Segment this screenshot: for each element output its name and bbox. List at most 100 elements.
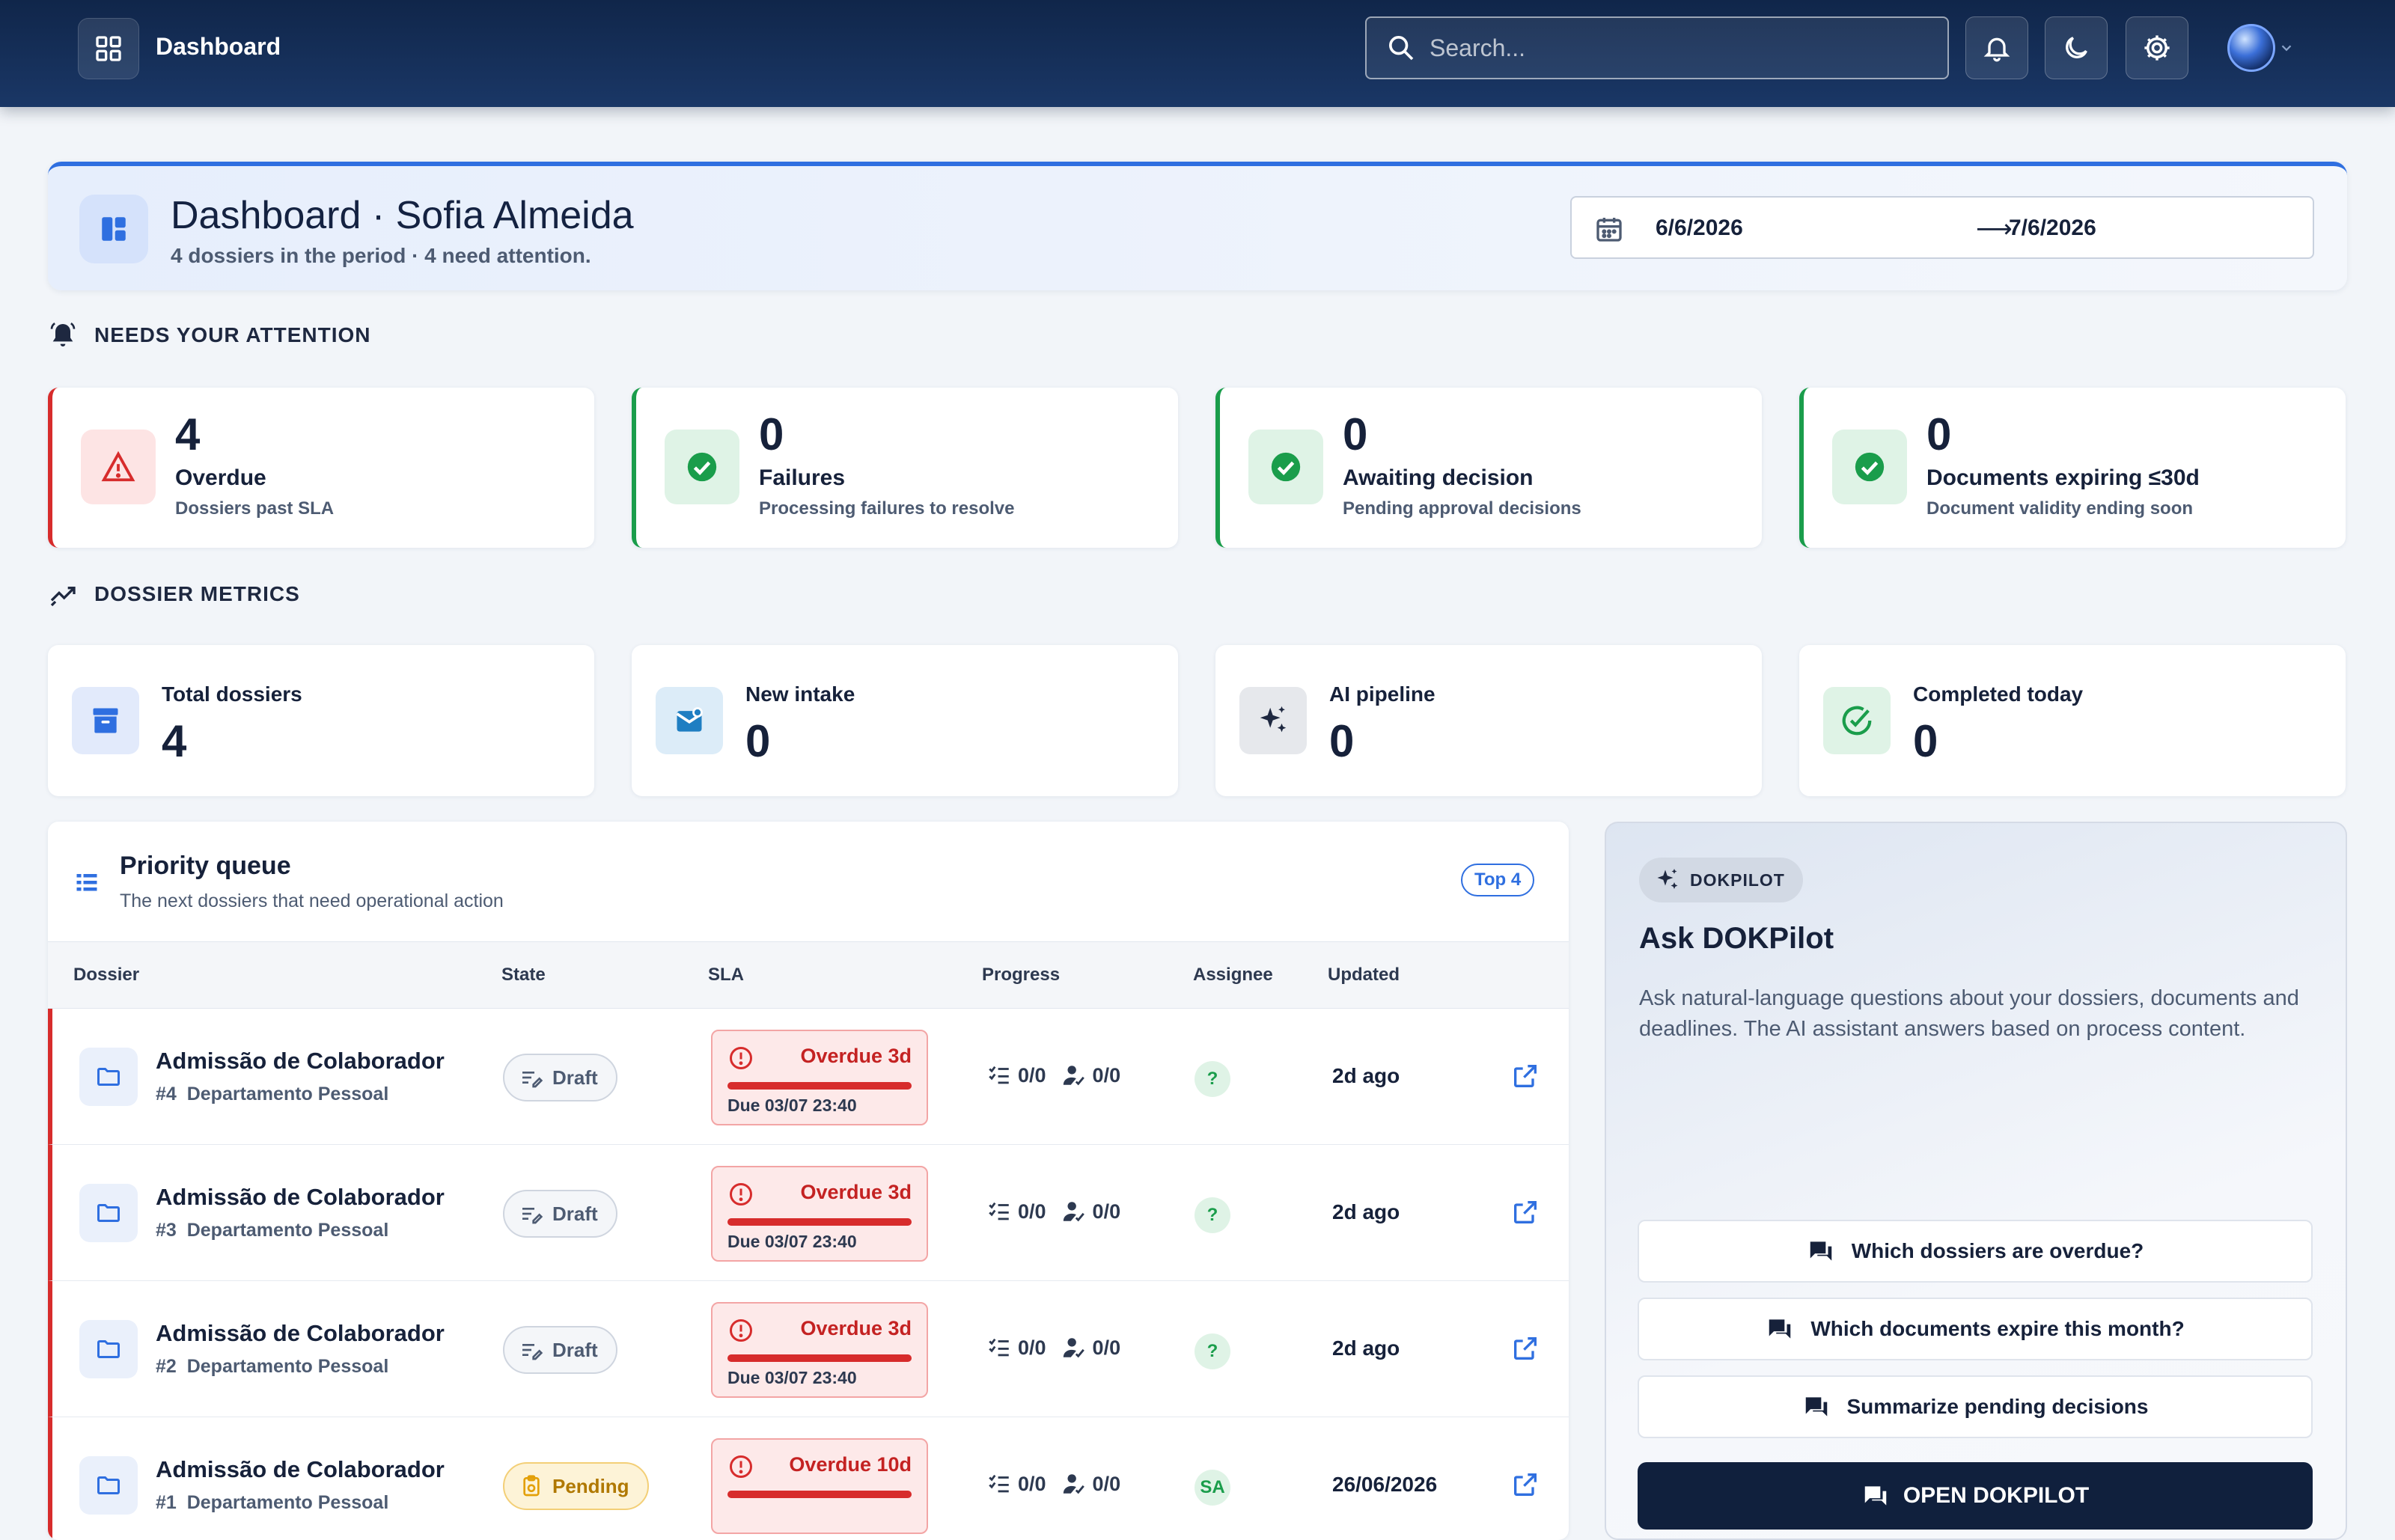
sla-progress-fill bbox=[727, 1354, 912, 1362]
sla-label: Overdue 3d bbox=[800, 1317, 912, 1339]
dokpilot-chip: DOKPILOT bbox=[1639, 858, 1803, 902]
open-external-icon[interactable] bbox=[1510, 1197, 1540, 1231]
check-circle-outline-icon bbox=[1823, 687, 1891, 754]
date-from[interactable]: 6/6/2026 bbox=[1656, 216, 1743, 241]
new-intake-value: 0 bbox=[745, 716, 771, 766]
chat-icon bbox=[1810, 1241, 1831, 1261]
sparkle-icon bbox=[1657, 869, 1678, 889]
table-header: Dossier State SLA Progress Assignee Upda… bbox=[48, 941, 1569, 1009]
dossier-name[interactable]: Admissão de Colaborador bbox=[156, 1456, 445, 1483]
bell-icon bbox=[1983, 37, 2010, 62]
search-input[interactable]: Search... bbox=[1365, 16, 1949, 79]
col-dossier[interactable]: Dossier bbox=[73, 965, 139, 986]
date-to[interactable]: 7/6/2026 bbox=[2009, 216, 2096, 241]
calendar-icon bbox=[1596, 218, 1622, 242]
page-header: Dashboard · Sofia Almeida 4 dossiers in … bbox=[48, 162, 2347, 290]
open-external-icon[interactable] bbox=[1510, 1061, 1540, 1095]
awaiting-desc: Pending approval decisions bbox=[1343, 498, 1581, 519]
suggested-question-overdue[interactable]: Which dossiers are overdue? bbox=[1638, 1220, 2313, 1283]
open-external-icon[interactable] bbox=[1510, 1333, 1540, 1367]
open-external-icon[interactable] bbox=[1510, 1470, 1540, 1503]
assignee-avatar[interactable]: ? bbox=[1195, 1197, 1230, 1233]
assignee-avatar[interactable]: SA bbox=[1195, 1470, 1230, 1506]
ai-pipeline-card[interactable]: AI pipeline 0 bbox=[1215, 645, 1762, 796]
dossier-name[interactable]: Admissão de Colaborador bbox=[156, 1320, 445, 1347]
col-updated[interactable]: Updated bbox=[1328, 965, 1400, 986]
folder-icon bbox=[79, 1184, 138, 1242]
new-intake-card[interactable]: New intake 0 bbox=[632, 645, 1178, 796]
col-sla[interactable]: SLA bbox=[708, 965, 744, 986]
suggested-question-expire[interactable]: Which documents expire this month? bbox=[1638, 1298, 2313, 1360]
col-progress[interactable]: Progress bbox=[982, 965, 1060, 986]
settings-button[interactable] bbox=[2126, 16, 2188, 79]
table-row[interactable]: Admissão de Colaborador #2 Departamento … bbox=[48, 1281, 1569, 1417]
assignee-avatar[interactable]: ? bbox=[1195, 1333, 1230, 1369]
dossier-name[interactable]: Admissão de Colaborador bbox=[156, 1048, 445, 1075]
page-title: Dashboard · Sofia Almeida bbox=[171, 194, 634, 237]
total-dossiers-label: Total dossiers bbox=[162, 682, 302, 706]
dossier-id: #4 bbox=[156, 1084, 177, 1104]
check-circle-icon bbox=[1832, 430, 1907, 504]
dashboard-layout-icon bbox=[79, 195, 148, 263]
app-title: Dashboard bbox=[156, 33, 281, 60]
folder-icon bbox=[79, 1320, 138, 1378]
draft-icon bbox=[519, 1338, 543, 1362]
dossier-name[interactable]: Admissão de Colaborador bbox=[156, 1184, 445, 1211]
dossier-id: #1 bbox=[156, 1492, 177, 1513]
list-icon bbox=[76, 874, 97, 891]
state-badge: Draft bbox=[503, 1054, 617, 1101]
grid-icon bbox=[96, 36, 121, 61]
expiring-label: Documents expiring ≤30d bbox=[1926, 465, 2200, 490]
completed-today-card[interactable]: Completed today 0 bbox=[1799, 645, 2346, 796]
date-range-picker[interactable]: 6/6/2026 ⟶ 7/6/2026 bbox=[1570, 196, 2314, 259]
task-checklist-icon bbox=[986, 1471, 1012, 1497]
awaiting-decision-card[interactable]: 0 Awaiting decision Pending approval dec… bbox=[1215, 388, 1762, 548]
dossier-meta: #3 Departamento Pessoal bbox=[156, 1220, 388, 1241]
user-check-icon bbox=[1061, 1335, 1087, 1360]
notifications-button[interactable] bbox=[1965, 16, 2028, 79]
open-dokpilot-button[interactable]: OPEN DOKPILOT bbox=[1638, 1462, 2313, 1530]
draft-icon bbox=[519, 1202, 543, 1226]
table-row[interactable]: Admissão de Colaborador #3 Departamento … bbox=[48, 1145, 1569, 1281]
sla-badge: Overdue 3d Due 03/07 23:40 bbox=[711, 1302, 928, 1398]
new-intake-label: New intake bbox=[745, 682, 855, 706]
task-checklist-icon bbox=[986, 1063, 1012, 1088]
queue-title: Priority queue bbox=[120, 852, 291, 880]
user-menu[interactable] bbox=[2227, 22, 2299, 73]
gear-icon bbox=[2144, 35, 2170, 61]
assignee-avatar[interactable]: ? bbox=[1195, 1061, 1230, 1097]
chat-icon bbox=[1805, 1397, 1827, 1417]
suggested-question-summarize[interactable]: Summarize pending decisions bbox=[1638, 1375, 2313, 1438]
updated-time: 2d ago bbox=[1332, 1336, 1400, 1360]
approval-progress: 0/0 bbox=[1092, 1472, 1121, 1495]
col-state[interactable]: State bbox=[501, 965, 546, 986]
failures-card[interactable]: 0 Failures Processing failures to resolv… bbox=[632, 388, 1178, 548]
dossier-meta: #2 Departamento Pessoal bbox=[156, 1356, 388, 1378]
archive-icon bbox=[72, 687, 139, 754]
sparkle-icon bbox=[1239, 687, 1307, 754]
dossier-meta: #1 Departamento Pessoal bbox=[156, 1492, 388, 1514]
chevron-down-icon bbox=[2281, 45, 2292, 52]
search-icon bbox=[1389, 36, 1414, 61]
overdue-card[interactable]: 4 Overdue Dossiers past SLA bbox=[48, 388, 594, 548]
sla-progress-fill bbox=[727, 1082, 912, 1090]
app-menu-button[interactable] bbox=[78, 18, 139, 79]
theme-toggle-button[interactable] bbox=[2045, 16, 2108, 79]
state-badge: Pending bbox=[503, 1462, 649, 1510]
sla-progress-bar bbox=[727, 1218, 912, 1226]
task-progress: 0/0 bbox=[1018, 1063, 1046, 1087]
failures-count: 0 bbox=[759, 409, 784, 459]
dokpilot-title: Ask DOKPilot bbox=[1639, 922, 1834, 955]
queue-count-badge: Top 4 bbox=[1461, 864, 1535, 896]
overdue-count: 4 bbox=[175, 409, 201, 459]
col-assignee[interactable]: Assignee bbox=[1193, 965, 1273, 986]
task-checklist-icon bbox=[986, 1335, 1012, 1360]
sla-badge: Overdue 3d Due 03/07 23:40 bbox=[711, 1166, 928, 1262]
sla-progress-fill bbox=[727, 1218, 912, 1226]
task-progress: 0/0 bbox=[1018, 1336, 1046, 1359]
sla-due: Due 03/07 23:40 bbox=[727, 1232, 857, 1251]
total-dossiers-card[interactable]: Total dossiers 4 bbox=[48, 645, 594, 796]
documents-expiring-card[interactable]: 0 Documents expiring ≤30d Document valid… bbox=[1799, 388, 2346, 548]
table-row[interactable]: Admissão de Colaborador #4 Departamento … bbox=[48, 1009, 1569, 1145]
table-row[interactable]: Admissão de Colaborador #1 Departamento … bbox=[48, 1417, 1569, 1540]
